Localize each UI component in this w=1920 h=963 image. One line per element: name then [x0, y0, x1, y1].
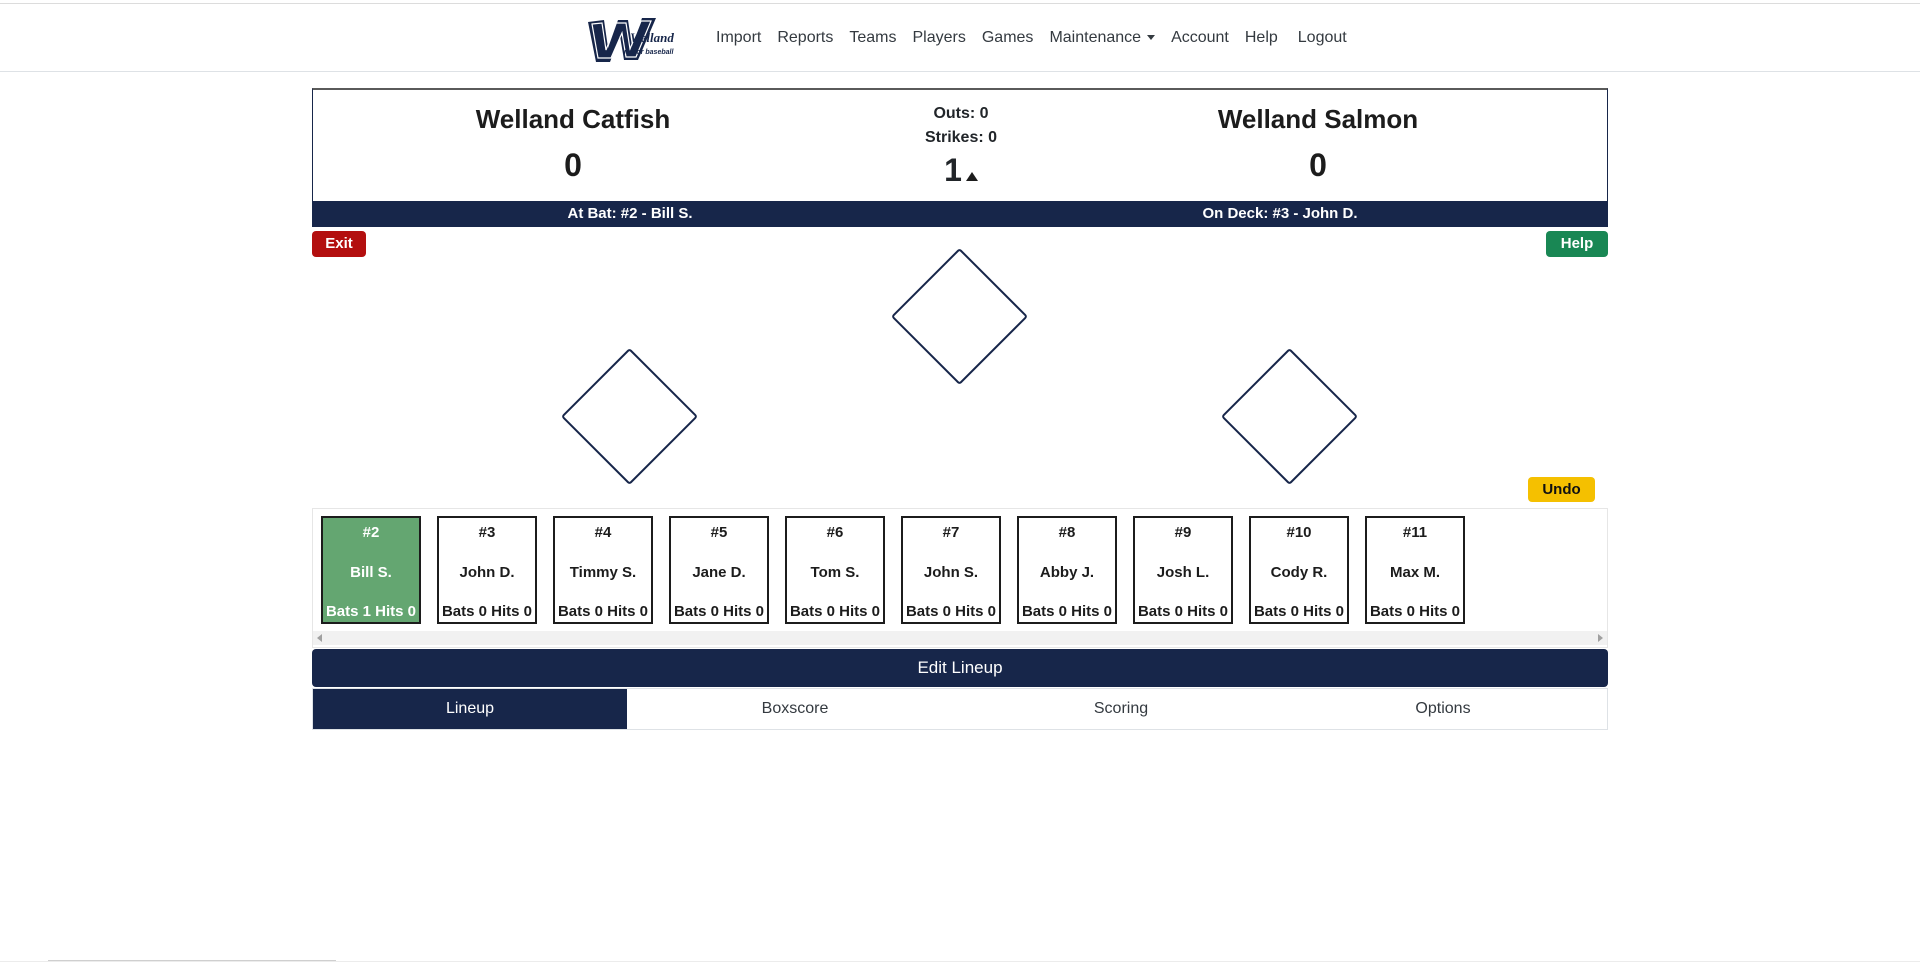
second-base[interactable] [890, 247, 1029, 386]
batter-stats: Bats 0 Hits 0 [789, 603, 881, 620]
batter-stats: Bats 0 Hits 0 [673, 603, 765, 620]
away-team-score: 0 [564, 147, 582, 183]
batter-name: Bill S. [350, 564, 392, 581]
tab-boxscore[interactable]: Boxscore [627, 689, 963, 729]
batter-name: Max M. [1389, 564, 1440, 581]
first-base[interactable] [1220, 347, 1359, 486]
caret-down-icon [1147, 35, 1156, 41]
navbar: Welland minor baseball Import Reports Te… [0, 4, 1920, 72]
batter-number: #8 [1058, 524, 1076, 541]
batter-stats: Bats 0 Hits 0 [905, 603, 997, 620]
batter-card[interactable]: #6 Tom S. Bats 0 Hits 0 [785, 516, 885, 624]
batter-stats: Bats 0 Hits 0 [557, 603, 649, 620]
inning-number: 1 [944, 152, 962, 188]
tab-lineup[interactable]: Lineup [313, 689, 627, 729]
batter-number: #10 [1286, 524, 1312, 541]
tab-options[interactable]: Options [1279, 689, 1607, 729]
outs-count: Outs: 0 [933, 105, 989, 122]
nav-menu: Import Reports Teams Players Games Maint… [708, 4, 1355, 72]
batter-number: #6 [826, 524, 844, 541]
batter-card[interactable]: #11 Max M. Bats 0 Hits 0 [1365, 516, 1465, 624]
top-inning-arrow-icon [965, 172, 978, 181]
on-deck-label: On Deck: #3 - John D. [1202, 205, 1358, 222]
lineup-panel: #2 Bill S. Bats 1 Hits 0 #3 John D. Bats… [312, 508, 1608, 648]
batter-stats: Bats 0 Hits 0 [1253, 603, 1345, 620]
batter-card[interactable]: #5 Jane D. Bats 0 Hits 0 [669, 516, 769, 624]
third-base[interactable] [560, 347, 699, 486]
tab-scoring[interactable]: Scoring [963, 689, 1279, 729]
nav-players[interactable]: Players [905, 29, 974, 47]
batter-name: John D. [459, 564, 515, 581]
lineup-cards: #2 Bill S. Bats 1 Hits 0 #3 John D. Bats… [321, 516, 1481, 624]
nav-import[interactable]: Import [708, 29, 769, 47]
home-team-name: Welland Salmon [1217, 104, 1419, 134]
batter-number: #2 [362, 524, 380, 541]
batter-stats: Bats 0 Hits 0 [441, 603, 533, 620]
edit-lineup-button[interactable]: Edit Lineup [312, 649, 1608, 687]
count-display: Outs: 0 Strikes: 0 [873, 102, 1049, 150]
batter-name: Josh L. [1156, 564, 1210, 581]
bottom-tabs: Lineup Boxscore Scoring Options [312, 688, 1608, 730]
scroll-right-icon[interactable] [1598, 634, 1603, 642]
inning-indicator: 1 [873, 152, 1049, 189]
batter-number: #7 [942, 524, 960, 541]
scoreboard: Welland Catfish 0 Outs: 0 Strikes: 0 1 W… [312, 88, 1608, 227]
exit-button[interactable]: Exit [312, 231, 366, 257]
batter-card[interactable]: #9 Josh L. Bats 0 Hits 0 [1133, 516, 1233, 624]
scroll-left-icon[interactable] [317, 634, 322, 642]
batter-stats: Bats 0 Hits 0 [1137, 603, 1229, 620]
nav-help[interactable]: Help [1237, 29, 1286, 47]
batter-name: Cody R. [1270, 564, 1328, 581]
svg-text:minor baseball: minor baseball [624, 49, 674, 56]
batter-stats: Bats 0 Hits 0 [1369, 603, 1461, 620]
batter-card[interactable]: #7 John S. Bats 0 Hits 0 [901, 516, 1001, 624]
batter-name: Jane D. [692, 564, 746, 581]
away-team-name: Welland Catfish [475, 104, 671, 134]
svg-text:Welland: Welland [630, 30, 674, 45]
batter-stats: Bats 1 Hits 0 [325, 603, 417, 620]
batter-name: John S. [923, 564, 979, 581]
batter-name: Abby J. [1039, 564, 1095, 581]
nav-maintenance-label: Maintenance [1049, 29, 1142, 46]
strikes-count: Strikes: 0 [924, 129, 998, 146]
batter-stats: Bats 0 Hits 0 [1021, 603, 1113, 620]
nav-reports[interactable]: Reports [769, 29, 841, 47]
batter-card[interactable]: #8 Abby J. Bats 0 Hits 0 [1017, 516, 1117, 624]
help-button[interactable]: Help [1546, 231, 1608, 257]
batter-name: Timmy S. [569, 564, 637, 581]
batter-number: #5 [710, 524, 728, 541]
away-team: Welland Catfish 0 [363, 104, 783, 184]
at-bat-label: At Bat: #2 - Bill S. [567, 205, 693, 222]
home-team-score: 0 [1309, 147, 1327, 183]
batter-number: #4 [594, 524, 612, 541]
nav-teams[interactable]: Teams [841, 29, 904, 47]
welland-logo[interactable]: Welland minor baseball [584, 14, 688, 66]
nav-account[interactable]: Account [1163, 29, 1237, 47]
batter-card[interactable]: #4 Timmy S. Bats 0 Hits 0 [553, 516, 653, 624]
lineup-scrollbar[interactable] [313, 631, 1607, 645]
batter-number: #9 [1174, 524, 1192, 541]
nav-games[interactable]: Games [974, 29, 1042, 47]
batter-number: #3 [478, 524, 496, 541]
batter-card[interactable]: #10 Cody R. Bats 0 Hits 0 [1249, 516, 1349, 624]
nav-logout[interactable]: Logout [1290, 29, 1355, 47]
batter-bar: At Bat: #2 - Bill S. On Deck: #3 - John … [312, 201, 1608, 227]
batter-number: #11 [1402, 524, 1428, 541]
batter-card[interactable]: #2 Bill S. Bats 1 Hits 0 [321, 516, 421, 624]
undo-button[interactable]: Undo [1528, 477, 1595, 502]
home-team: Welland Salmon 0 [1108, 104, 1528, 184]
nav-maintenance-dropdown[interactable]: Maintenance [1041, 29, 1163, 47]
batter-name: Tom S. [810, 564, 860, 581]
batter-card[interactable]: #3 John D. Bats 0 Hits 0 [437, 516, 537, 624]
